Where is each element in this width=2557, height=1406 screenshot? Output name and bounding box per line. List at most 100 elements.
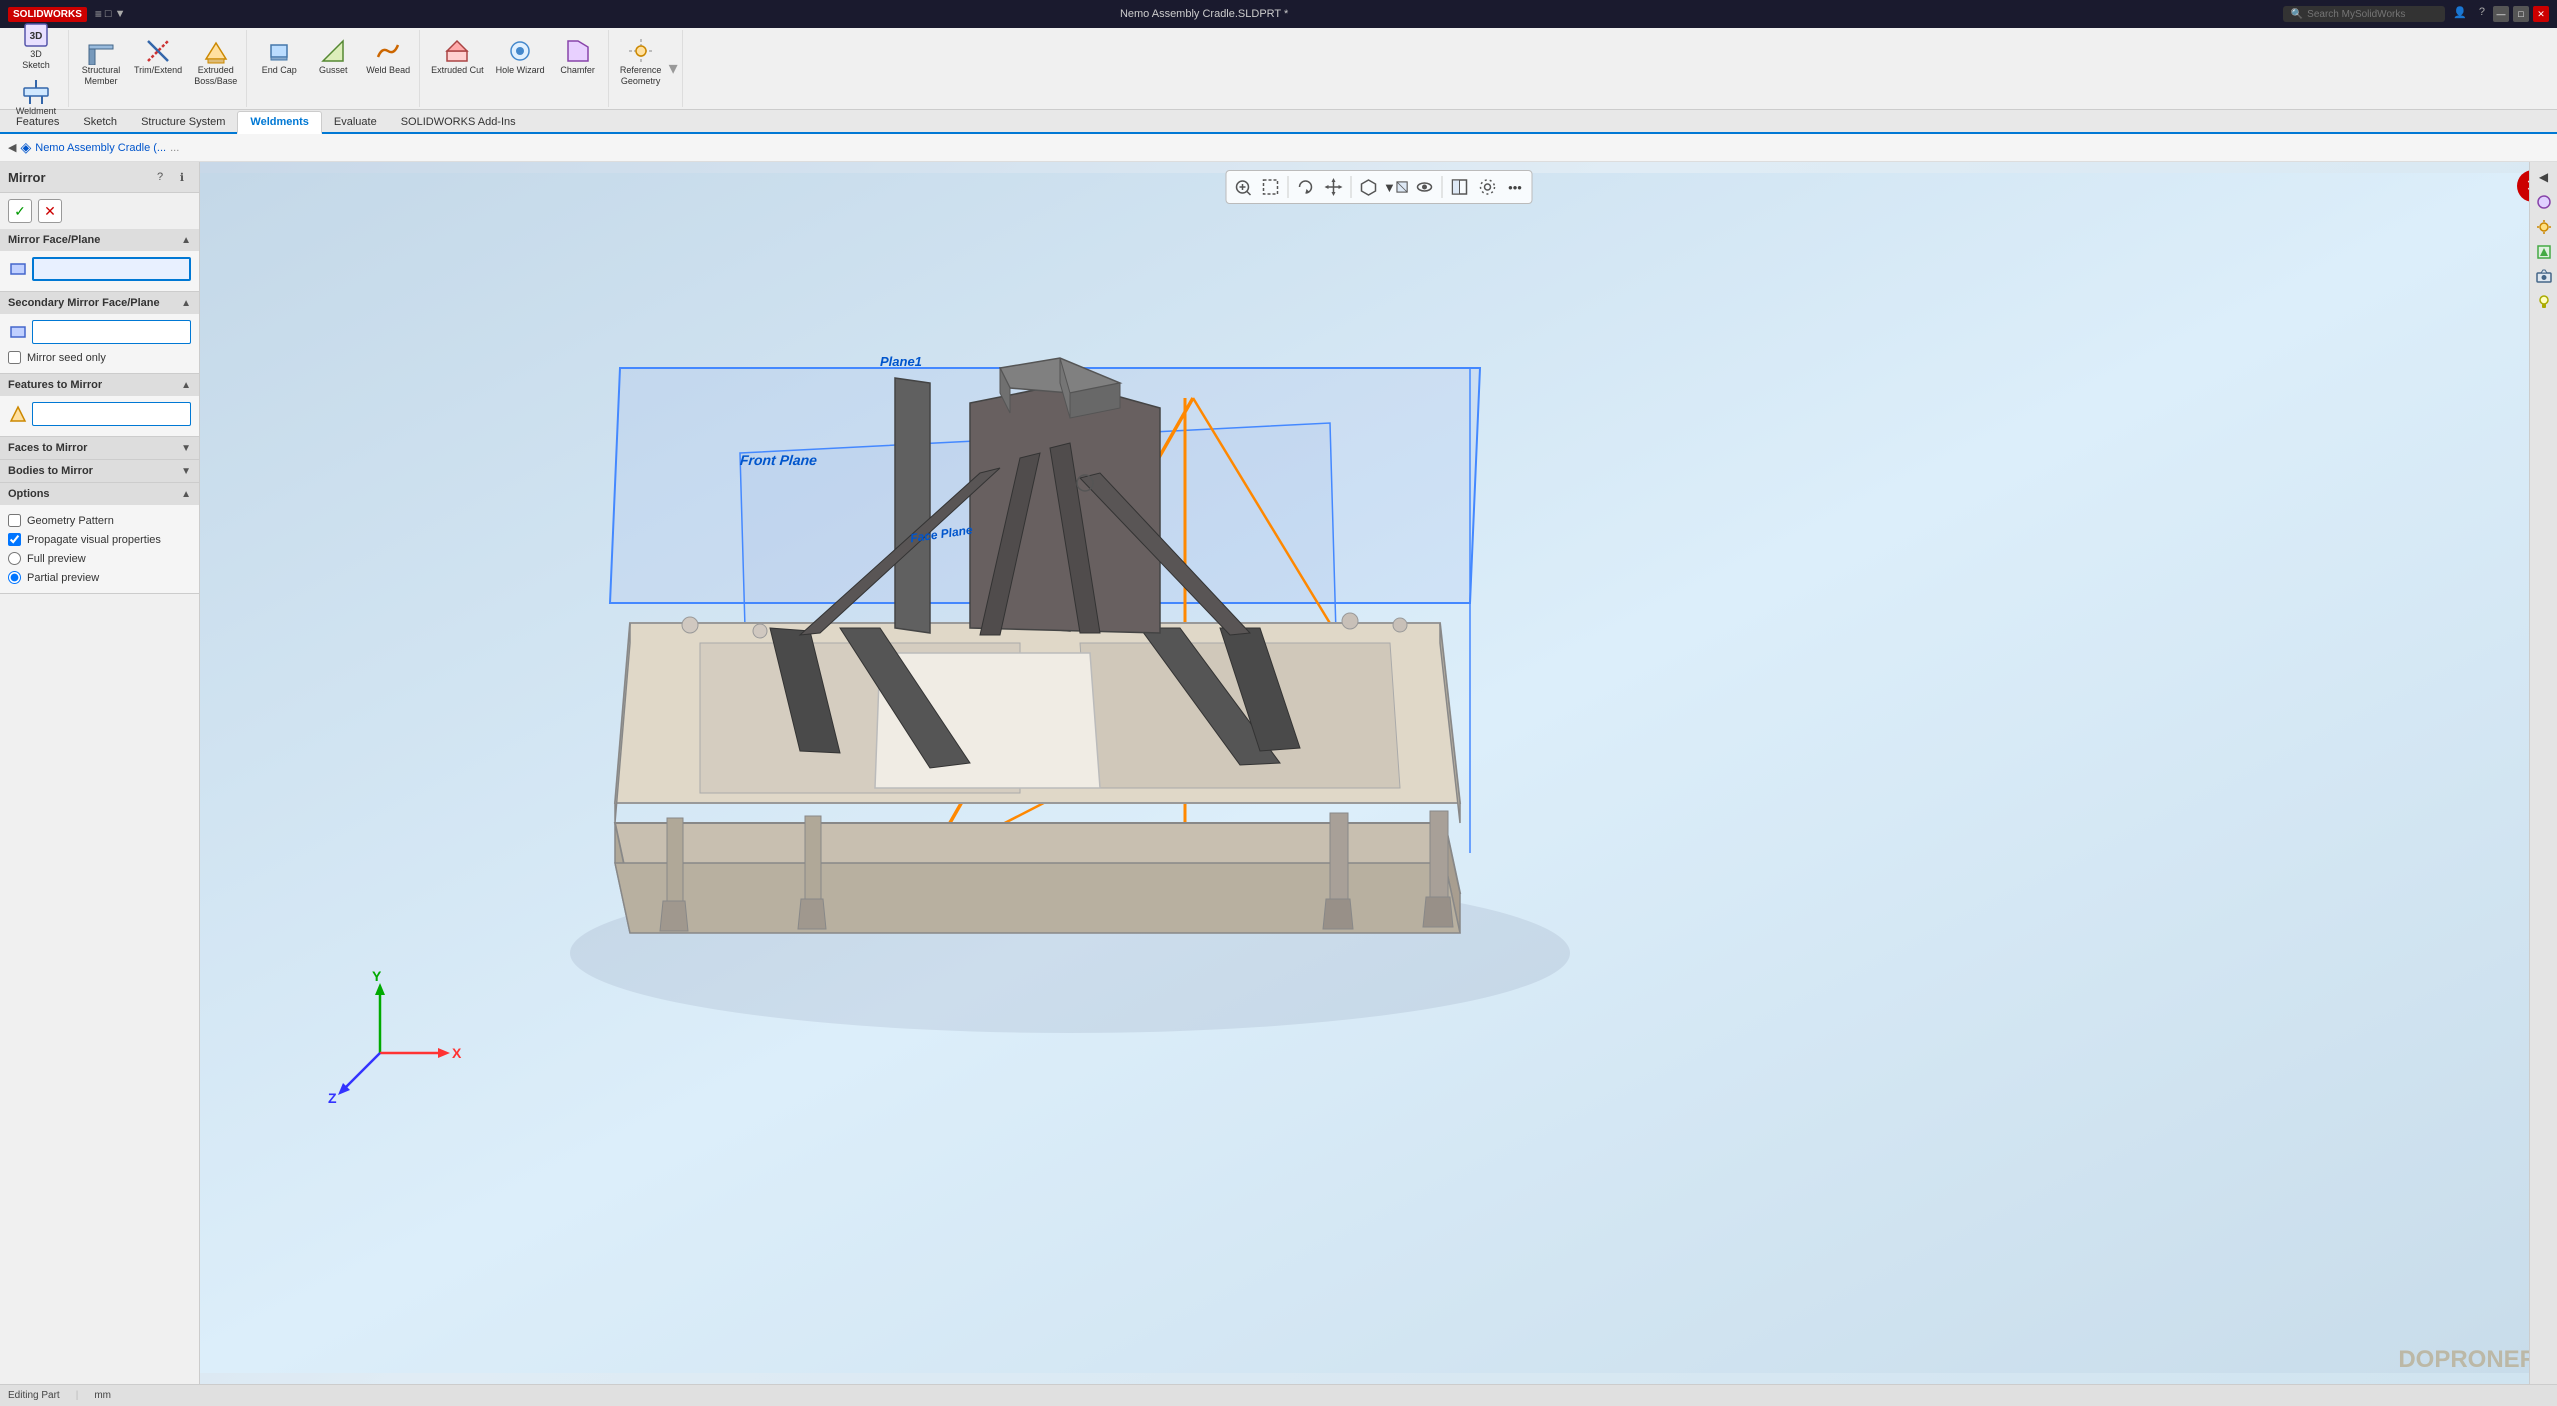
- title-text: Nemo Assembly Cradle.SLDPRT *: [1120, 8, 1288, 20]
- tall-vertical-1: [895, 378, 930, 633]
- partial-preview-row[interactable]: Partial preview: [8, 568, 191, 587]
- section-view-button[interactable]: [1446, 174, 1472, 200]
- mirror-seed-only-row[interactable]: Mirror seed only: [8, 348, 191, 367]
- view-orient-button[interactable]: [1355, 174, 1381, 200]
- propagate-visual-row[interactable]: Propagate visual properties: [8, 530, 191, 549]
- search-icon: 🔍: [2291, 9, 2303, 20]
- mirror-seed-only-checkbox[interactable]: [8, 351, 21, 364]
- mirror-face-plane-content: [0, 251, 199, 291]
- faces-to-mirror-section: Faces to Mirror ▼: [0, 437, 199, 460]
- mirror-panel-header: Mirror ? ℹ: [0, 162, 199, 193]
- rotate-button[interactable]: [1292, 174, 1318, 200]
- quick-access-toolbar[interactable]: □ ▼: [105, 8, 126, 20]
- cameras-button[interactable]: [2533, 266, 2555, 288]
- help-icon[interactable]: ?: [2475, 6, 2489, 22]
- hole-wizard-button[interactable]: Hole Wizard: [491, 34, 550, 78]
- tab-weldments[interactable]: Weldments: [237, 111, 321, 134]
- mirror-face-plane-section: Mirror Face/Plane ▲: [0, 229, 199, 292]
- secondary-mirror-section: Secondary Mirror Face/Plane ▲ Mirror see…: [0, 292, 199, 374]
- reference-geometry-button[interactable]: ReferenceGeometry: [615, 34, 667, 90]
- chamfer-button[interactable]: Chamfer: [552, 34, 604, 78]
- view-toolbar-sep-2: [1350, 176, 1351, 198]
- ok-button[interactable]: ✓: [8, 199, 32, 223]
- maximize-button[interactable]: □: [2513, 6, 2529, 22]
- features-field-row: [8, 402, 191, 426]
- leg-br: [1430, 811, 1448, 899]
- menu-icon[interactable]: ≡: [95, 7, 102, 21]
- breadcrumb: ◀ ◈ Nemo Assembly Cradle (... ...: [0, 134, 2557, 162]
- propagate-visual-checkbox[interactable]: [8, 533, 21, 546]
- hide-show-button[interactable]: [1411, 174, 1437, 200]
- features-to-mirror-label: Features to Mirror: [8, 379, 102, 391]
- structural-member-button[interactable]: StructuralMember: [75, 34, 127, 90]
- secondary-plane-input[interactable]: [32, 320, 191, 344]
- weld-bead-button[interactable]: Weld Bead: [361, 34, 415, 78]
- mirror-panel: Mirror ? ℹ ✓ ✕ Mirror Face/Plane ▲: [0, 162, 199, 594]
- cancel-button[interactable]: ✕: [38, 199, 62, 223]
- mirror-help-button[interactable]: ?: [151, 168, 169, 186]
- bolt-4: [1393, 618, 1407, 632]
- extruded-cut-button[interactable]: Extruded Cut: [426, 34, 489, 78]
- trim-extend-icon: [144, 37, 172, 65]
- display-style-button[interactable]: ▼: [1383, 174, 1409, 200]
- extruded-boss-base-button[interactable]: ExtrudedBoss/Base: [189, 34, 242, 90]
- viewport[interactable]: X Y Z Front Plane Plane1 Face Plane: [200, 162, 2557, 1384]
- mirror-info-button[interactable]: ℹ: [173, 168, 191, 186]
- structural-member-icon: [87, 37, 115, 65]
- extruded-boss-base-icon: [202, 37, 230, 65]
- geometry-pattern-row[interactable]: Geometry Pattern: [8, 511, 191, 530]
- view-settings-button[interactable]: [1474, 174, 1500, 200]
- account-icon[interactable]: 👤: [2449, 6, 2471, 22]
- gusset-button[interactable]: Gusset: [307, 34, 359, 78]
- toolbar-section-endcap: End Cap Gusset Weld Bead: [249, 30, 420, 107]
- more-view-button[interactable]: •••: [1502, 174, 1528, 200]
- secondary-mirror-header[interactable]: Secondary Mirror Face/Plane ▲: [0, 292, 199, 314]
- end-cap-button[interactable]: End Cap: [253, 34, 305, 78]
- breadcrumb-text[interactable]: Nemo Assembly Cradle (...: [35, 142, 166, 154]
- appearance-button[interactable]: [2533, 191, 2555, 213]
- 3d-sketch-button[interactable]: 3D 3DSketch: [10, 18, 62, 74]
- mirror-face-plane-label: Mirror Face/Plane: [8, 234, 100, 246]
- zoom-area-button[interactable]: [1257, 174, 1283, 200]
- features-to-mirror-input[interactable]: [32, 402, 191, 426]
- full-preview-radio[interactable]: [8, 552, 21, 565]
- full-preview-row[interactable]: Full preview: [8, 549, 191, 568]
- bolt-1: [682, 617, 698, 633]
- mirror-face-plane-arrow: ▲: [181, 235, 191, 246]
- nav-arrow-left[interactable]: ◀: [8, 141, 16, 154]
- mirror-plane-input[interactable]: [32, 257, 191, 281]
- features-to-mirror-section: Features to Mirror ▲: [0, 374, 199, 437]
- decals-button[interactable]: [2533, 241, 2555, 263]
- more-options-arrow[interactable]: ▾: [669, 58, 678, 79]
- end-cap-icon: [265, 37, 293, 65]
- bodies-to-mirror-section: Bodies to Mirror ▼: [0, 460, 199, 483]
- bolt-3: [1342, 613, 1358, 629]
- mirror-header-icons: ? ℹ: [151, 168, 191, 186]
- tab-evaluate[interactable]: Evaluate: [322, 112, 389, 132]
- partial-preview-radio[interactable]: [8, 571, 21, 584]
- minimize-button[interactable]: —: [2493, 6, 2509, 22]
- options-header[interactable]: Options ▲: [0, 483, 199, 505]
- trim-extend-button[interactable]: Trim/Extend: [129, 34, 187, 90]
- close-button[interactable]: ✕: [2533, 6, 2549, 22]
- scene-button[interactable]: [2533, 216, 2555, 238]
- pan-button[interactable]: [1320, 174, 1346, 200]
- leg-fl: [667, 818, 683, 903]
- view-toolbar-sep-1: [1287, 176, 1288, 198]
- bodies-to-mirror-header[interactable]: Bodies to Mirror ▼: [0, 460, 199, 482]
- collapse-right-button[interactable]: ◀: [2533, 166, 2555, 188]
- tab-solidworks-addins[interactable]: SOLIDWORKS Add-Ins: [389, 112, 528, 132]
- features-to-mirror-header[interactable]: Features to Mirror ▲: [0, 374, 199, 396]
- mirror-face-plane-header[interactable]: Mirror Face/Plane ▲: [0, 229, 199, 251]
- tab-structure-system[interactable]: Structure System: [129, 112, 237, 132]
- search-input[interactable]: [2307, 9, 2437, 20]
- view-toolbar: ▼ •••: [1225, 170, 1532, 204]
- zoom-fit-button[interactable]: [1229, 174, 1255, 200]
- lights-button[interactable]: [2533, 291, 2555, 313]
- geometry-pattern-checkbox[interactable]: [8, 514, 21, 527]
- bolt-2: [753, 624, 767, 638]
- toolbar-section-structural: StructuralMember Trim/Extend ExtrudedBos…: [71, 30, 247, 107]
- faces-to-mirror-header[interactable]: Faces to Mirror ▼: [0, 437, 199, 459]
- tab-features[interactable]: Features: [4, 112, 71, 132]
- tab-sketch[interactable]: Sketch: [71, 112, 129, 132]
